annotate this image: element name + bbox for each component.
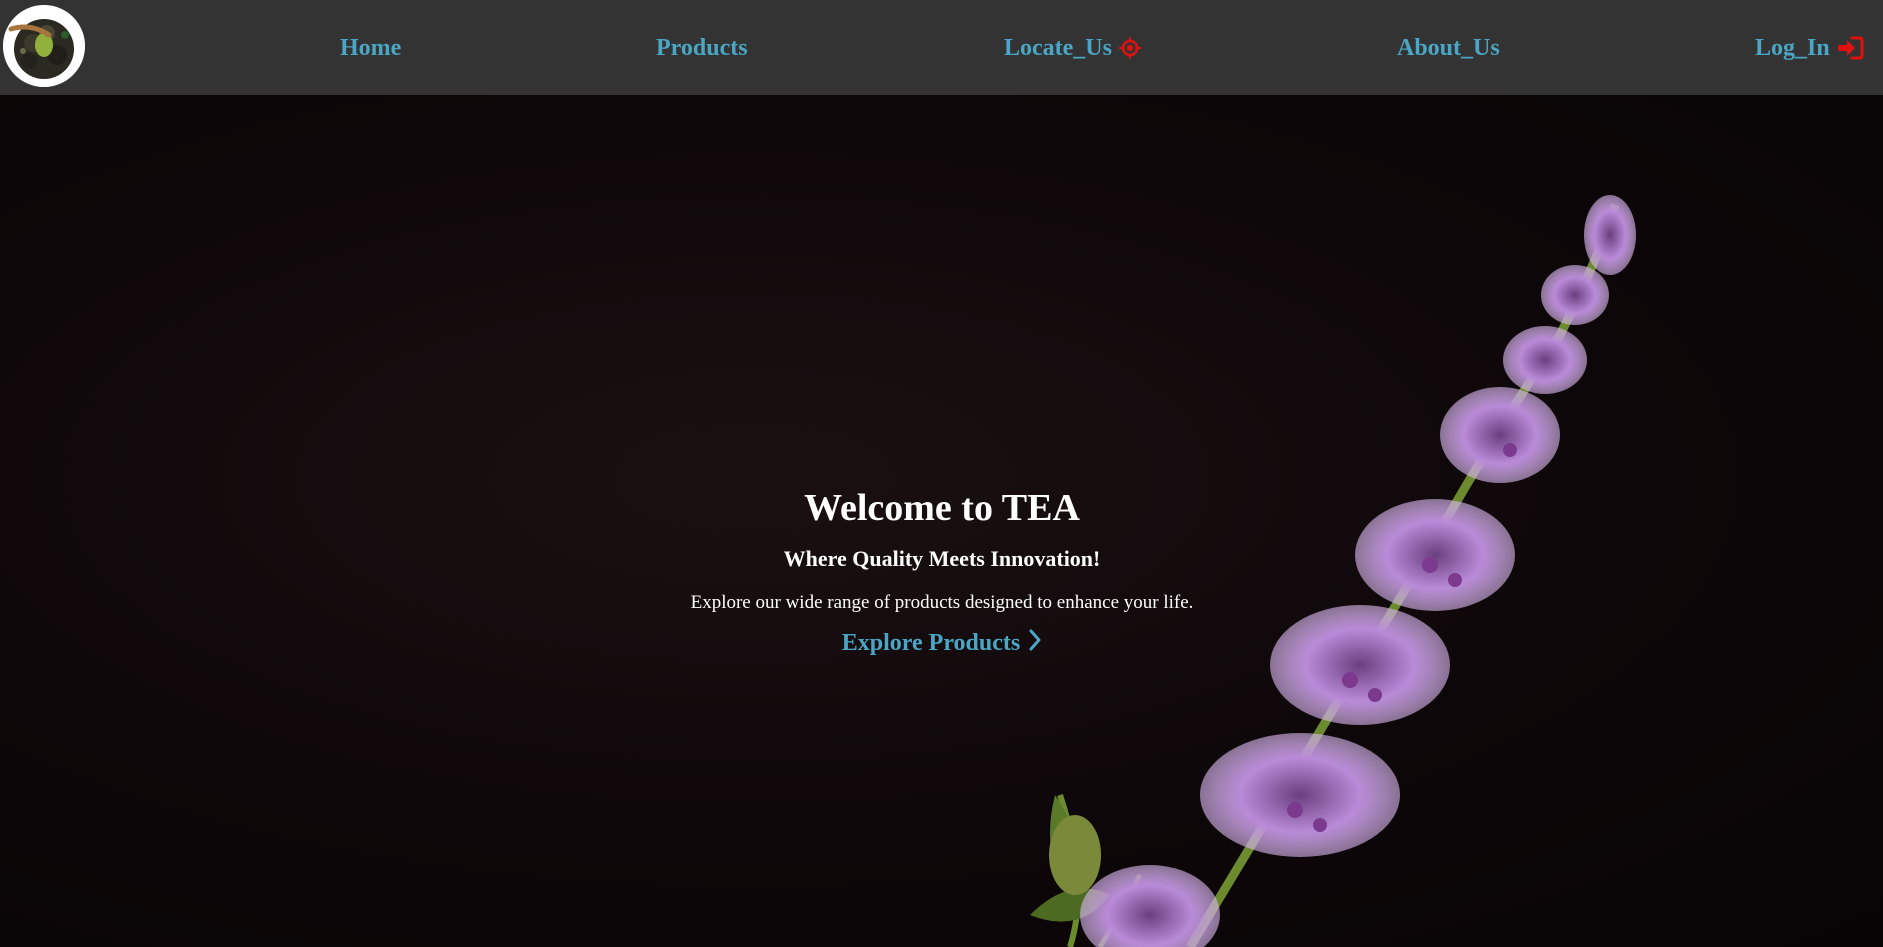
nav-link-products-label: Products [656, 34, 748, 61]
nav-link-products[interactable]: Products [656, 30, 748, 66]
hero-content: Welcome to TEA Where Quality Meets Innov… [640, 485, 1244, 658]
nav-link-locate-us-label: Locate_Us [1004, 34, 1112, 61]
nav-link-home[interactable]: Home [340, 30, 401, 66]
top-navbar: Home Products Locate_Us About_Us Log_In [0, 0, 1883, 95]
tea-leaves-logo-icon [3, 5, 85, 87]
hero-section: Welcome to TEA Where Quality Meets Innov… [0, 95, 1883, 947]
hero-description: Explore our wide range of products desig… [690, 592, 1194, 613]
nav-link-locate-us[interactable]: Locate_Us [1004, 30, 1142, 66]
hero-title: Welcome to TEA [804, 487, 1080, 529]
nav-link-log-in[interactable]: Log_In [1755, 30, 1864, 66]
nav-link-about-us[interactable]: About_Us [1397, 30, 1500, 66]
nav-link-home-label: Home [340, 34, 402, 61]
nav-link-log-in-label: Log_In [1755, 34, 1830, 61]
crosshair-icon [1118, 36, 1142, 60]
chevron-right-icon [1028, 629, 1042, 658]
nav-link-about-us-label: About_Us [1397, 34, 1500, 61]
sign-in-icon [1836, 36, 1864, 60]
site-logo[interactable] [3, 5, 85, 87]
explore-products-button[interactable]: Explore Products [842, 629, 1042, 658]
explore-products-label: Explore Products [841, 630, 1021, 656]
hero-subtitle: Where Quality Meets Innovation! [783, 546, 1101, 571]
